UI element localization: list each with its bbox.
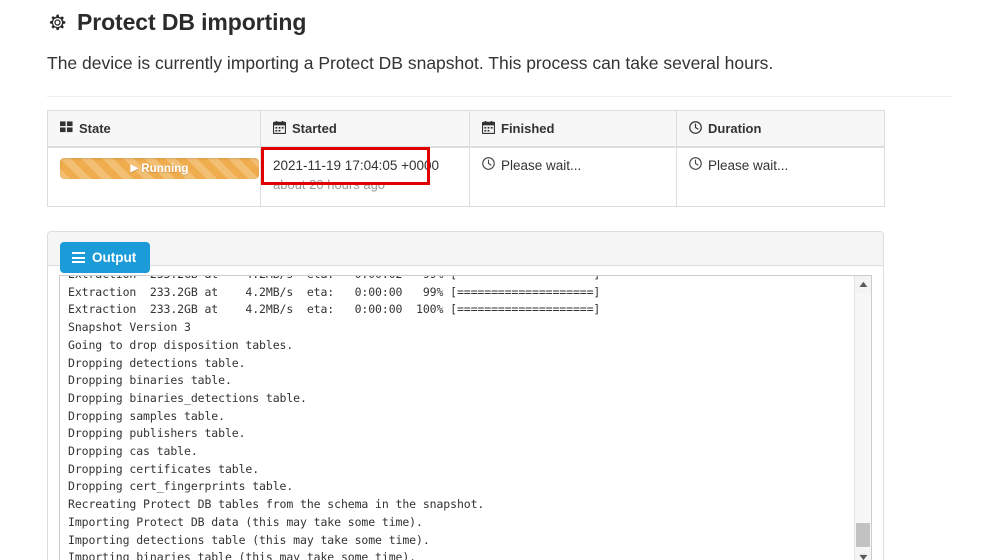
play-icon: ▶ [130, 162, 139, 174]
console-scrollbar[interactable]: ▲ ▼ [854, 276, 871, 560]
console-lines: Extraction 233.2GB at 4.2MB/s eta: 0:00:… [68, 276, 846, 560]
log-line: Dropping cert_fingerprints table. [68, 479, 294, 494]
chevron-down-icon[interactable]: ▼ [855, 549, 871, 560]
page-container: Protect DB importing The device is curre… [0, 0, 999, 560]
log-line: Dropping cas table. [68, 444, 198, 459]
cell-started: 2021-11-19 17:04:05 +0000 about 20 hours… [260, 146, 470, 207]
column-header-started: Started [260, 110, 470, 148]
scrollbar-track[interactable] [855, 293, 871, 549]
clock-icon [689, 157, 702, 175]
log-line: Importing binaries table (this may take … [68, 550, 417, 560]
status-table: State Started Finished Duration ▶ Runnin… [47, 110, 885, 207]
output-panel: Output Extraction 233.2GB at 4.2MB/s eta… [47, 231, 884, 560]
output-button[interactable]: Output [60, 242, 151, 273]
log-line: Dropping binaries table. [68, 373, 232, 388]
console-output: Extraction 233.2GB at 4.2MB/s eta: 0:00:… [60, 276, 854, 560]
divider [47, 96, 952, 97]
column-header-duration-label: Duration [708, 121, 762, 136]
started-relative-time: about 20 hours ago [273, 177, 386, 192]
hamburger-icon [72, 252, 85, 263]
progress-bar-running: ▶ Running [60, 158, 259, 179]
column-header-duration: Duration [676, 110, 885, 148]
log-line: Extraction 233.2GB at 4.2MB/s eta: 0:00:… [68, 276, 846, 284]
log-line: Going to drop disposition tables. [68, 337, 294, 352]
calendar-icon [481, 120, 496, 137]
table-header-row: State Started Finished Duration [47, 110, 885, 148]
page-title: Protect DB importing [47, 0, 952, 39]
clock-icon [482, 157, 495, 175]
chevron-up-icon[interactable]: ▲ [855, 276, 871, 293]
table-row: ▶ Running 2021-11-19 17:04:05 +0000 abou… [47, 146, 885, 207]
gear-icon [47, 12, 68, 33]
clock-icon [689, 120, 702, 137]
log-line: Dropping binaries_detections table. [68, 390, 307, 405]
log-line: Dropping certificates table. [68, 461, 260, 476]
log-line: Dropping publishers table. [68, 426, 246, 441]
output-button-label: Output [92, 250, 137, 265]
column-header-started-label: Started [292, 121, 337, 136]
output-panel-heading: Output [48, 232, 883, 273]
log-line: Extraction 233.2GB at 4.2MB/s eta: 0:00:… [68, 302, 601, 317]
console-output-container[interactable]: Extraction 233.2GB at 4.2MB/s eta: 0:00:… [59, 275, 872, 560]
page-lead-text: The device is currently importing a Prot… [47, 53, 774, 73]
column-header-finished: Finished [469, 110, 677, 148]
cell-finished: Please wait... [469, 146, 677, 207]
column-header-state-label: State [79, 121, 111, 136]
progress-bar-text: Running [141, 162, 189, 175]
scrollbar-thumb[interactable] [856, 523, 870, 547]
cell-duration: Please wait... [676, 146, 885, 207]
column-header-finished-label: Finished [501, 121, 555, 136]
progress-bar-label: ▶ Running [60, 158, 259, 179]
page-title-text: Protect DB importing [77, 9, 307, 35]
calendar-icon [272, 120, 287, 137]
log-line: Dropping samples table. [68, 408, 225, 423]
started-timestamp: 2021-11-19 17:04:05 +0000 [273, 158, 440, 173]
cell-state: ▶ Running [47, 146, 261, 207]
th-large-icon [60, 121, 73, 136]
log-line: Importing Protect DB data (this may take… [68, 514, 423, 529]
duration-status-text: Please wait... [708, 158, 789, 173]
log-line: Recreating Protect DB tables from the sc… [68, 497, 485, 512]
log-line: Dropping detections table. [68, 355, 246, 370]
log-line: Extraction 233.2GB at 4.2MB/s eta: 0:00:… [68, 284, 601, 299]
finished-status-text: Please wait... [501, 158, 582, 173]
log-line: Snapshot Version 3 [68, 320, 191, 335]
column-header-state: State [47, 110, 261, 148]
log-line: Importing detections table (this may tak… [68, 532, 430, 547]
